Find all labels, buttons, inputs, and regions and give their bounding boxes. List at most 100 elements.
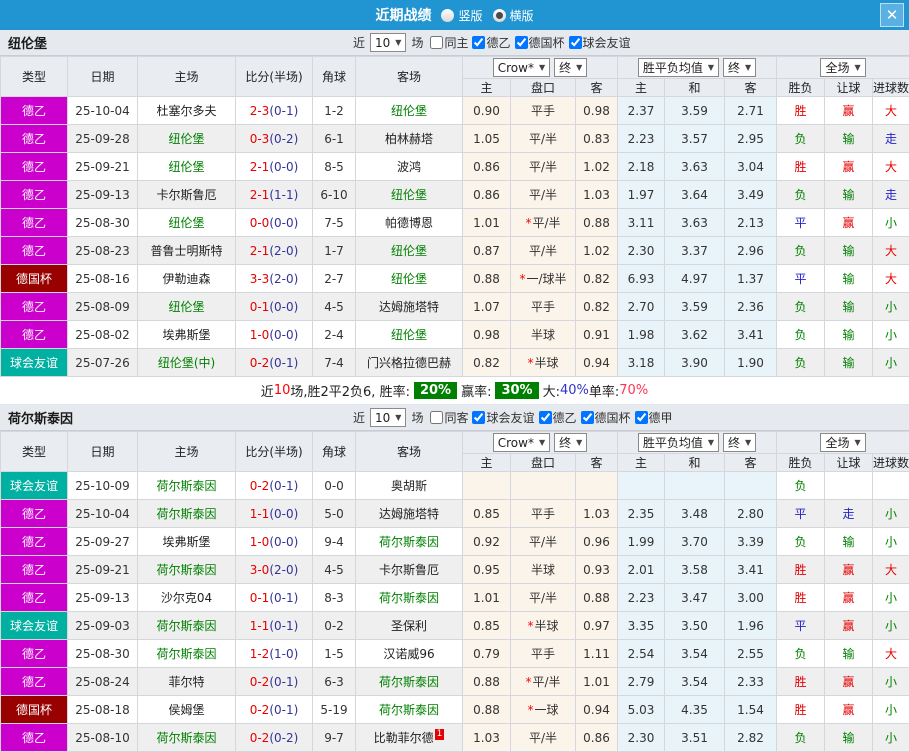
column-header-score: 比分(半场) — [236, 432, 313, 472]
match-row: 德乙25-09-13卡尔斯鲁厄2-1(1-1)6-10纽伦堡0.86平/半1.0… — [1, 181, 909, 209]
date-cell: 25-08-10 — [68, 724, 138, 752]
sub-column-header: 让球 — [825, 79, 873, 97]
mean-select[interactable]: 胜平负均值▼ — [638, 433, 719, 452]
odds-away-cell: 0.86 — [576, 724, 618, 752]
score-cell: 2-1(1-1) — [236, 181, 313, 209]
mean-home-cell: 1.97 — [618, 181, 665, 209]
odds-home-cell: 0.88 — [463, 696, 511, 724]
mean-draw-cell: 3.90 — [665, 349, 725, 377]
match-row: 德国杯25-08-18侯姆堡0-2(0-1)5-19荷尔斯泰因0.88*一球0.… — [1, 696, 909, 724]
horizontal-layout-radio[interactable]: 横版 — [493, 7, 534, 24]
column-header-home: 主场 — [138, 432, 236, 472]
league-checkbox[interactable] — [472, 36, 485, 49]
close-button[interactable]: ✕ — [880, 3, 904, 27]
halftime-score: (0-1) — [269, 479, 298, 493]
sub-column-header: 盘口 — [511, 454, 576, 472]
column-header-away: 客场 — [356, 57, 463, 97]
halftime-score: (0-1) — [269, 675, 298, 689]
page-title: 近期战绩 — [375, 5, 431, 25]
mean-draw-cell: 4.35 — [665, 696, 725, 724]
handicap-cell: 平/半 — [511, 724, 576, 752]
league-checkbox[interactable] — [472, 411, 485, 424]
odds-away-cell: 0.83 — [576, 125, 618, 153]
vertical-layout-radio[interactable]: 竖版 — [441, 7, 482, 24]
mean-home-cell: 1.99 — [618, 528, 665, 556]
away-team-cell: 纽伦堡 — [356, 181, 463, 209]
mean-final-select[interactable]: 终▼ — [723, 433, 756, 452]
odds-final-select-value: 终 — [559, 59, 571, 76]
mean-draw-cell: 3.37 — [665, 237, 725, 265]
mean-away-cell: 3.39 — [725, 528, 777, 556]
same-venue-checkbox[interactable] — [430, 411, 443, 424]
odds-final-select[interactable]: 终▼ — [554, 58, 587, 77]
away-team-cell: 波鸿 — [356, 153, 463, 181]
league-checkbox[interactable] — [569, 36, 582, 49]
odds-away-cell: 1.03 — [576, 181, 618, 209]
away-team-badge: 1 — [435, 729, 445, 740]
mean-home-cell: 5.03 — [618, 696, 665, 724]
odds-company-select[interactable]: Crow*▼ — [493, 58, 550, 77]
away-team-cell: 纽伦堡 — [356, 321, 463, 349]
corner-cell: 6-3 — [313, 668, 356, 696]
column-header-corner: 角球 — [313, 432, 356, 472]
same-venue-checkbox[interactable] — [430, 36, 443, 49]
match-type-cell: 德乙 — [1, 668, 68, 696]
away-team-cell: 柏林赫塔 — [356, 125, 463, 153]
league-checkbox[interactable] — [539, 411, 552, 424]
wdl-result-cell: 负 — [777, 181, 825, 209]
fullmatch-select[interactable]: 全场▼ — [820, 58, 865, 77]
wdl-result-cell: 胜 — [777, 556, 825, 584]
date-cell: 25-09-03 — [68, 612, 138, 640]
mean-away-cell: 3.49 — [725, 181, 777, 209]
odds-final-select[interactable]: 终▼ — [554, 433, 587, 452]
handicap-cell: *平/半 — [511, 209, 576, 237]
match-row: 德乙25-09-21纽伦堡2-1(0-0)8-5波鸿0.86平/半1.022.1… — [1, 153, 909, 181]
odds-away-cell: 1.03 — [576, 500, 618, 528]
handicap-result-cell: 输 — [825, 181, 873, 209]
goals-result-cell: 小 — [873, 724, 909, 752]
date-cell: 25-10-04 — [68, 97, 138, 125]
mean-select[interactable]: 胜平负均值▼ — [638, 58, 719, 77]
league-checkbox[interactable] — [635, 411, 648, 424]
mean-home-cell: 2.35 — [618, 500, 665, 528]
fullmatch-select-value: 全场 — [825, 59, 849, 76]
league-checkbox-item: 德国杯 — [581, 409, 631, 426]
away-team-cell: 达姆施塔特 — [356, 500, 463, 528]
home-team-cell: 纽伦堡 — [138, 125, 236, 153]
goals-result-cell: 大 — [873, 153, 909, 181]
date-cell: 25-09-27 — [68, 528, 138, 556]
league-checkbox[interactable] — [515, 36, 528, 49]
mean-away-cell: 1.90 — [725, 349, 777, 377]
sub-column-header: 客 — [725, 79, 777, 97]
league-checkbox-item: 德乙 — [472, 34, 510, 51]
score-cell: 0-2(0-1) — [236, 349, 313, 377]
date-cell: 25-10-09 — [68, 472, 138, 500]
handicap-result-cell: 赢 — [825, 556, 873, 584]
home-team-cell: 荷尔斯泰因 — [138, 612, 236, 640]
vertical-layout-label: 竖版 — [458, 7, 482, 24]
fulltime-score: 0-2 — [250, 675, 270, 689]
mean-final-select[interactable]: 终▼ — [723, 58, 756, 77]
recent-count-select[interactable]: 10▼ — [370, 33, 406, 52]
recent-count-select[interactable]: 10▼ — [370, 408, 406, 427]
summary-text: 10 — [274, 383, 291, 398]
sub-column-header: 客 — [576, 454, 618, 472]
mean-away-cell: 2.55 — [725, 640, 777, 668]
fullmatch-select[interactable]: 全场▼ — [820, 433, 865, 452]
sub-column-header: 主 — [463, 454, 511, 472]
corner-cell: 2-7 — [313, 265, 356, 293]
match-row: 德乙25-09-28纽伦堡0-3(0-2)6-1柏林赫塔1.05平/半0.832… — [1, 125, 909, 153]
odds-company-select[interactable]: Crow*▼ — [493, 433, 550, 452]
fullmatch-select-value: 全场 — [825, 434, 849, 451]
goals-result-cell: 大 — [873, 265, 909, 293]
away-team-cell: 荷尔斯泰因 — [356, 584, 463, 612]
away-team-cell: 门兴格拉德巴赫 — [356, 349, 463, 377]
match-type-cell: 德乙 — [1, 293, 68, 321]
league-checkbox[interactable] — [581, 411, 594, 424]
wdl-result-cell: 胜 — [777, 97, 825, 125]
mean-home-cell: 2.79 — [618, 668, 665, 696]
match-type-cell: 德乙 — [1, 181, 68, 209]
league-checkbox-item: 德甲 — [635, 409, 673, 426]
mean-group-header: 胜平负均值▼终▼ — [618, 432, 777, 454]
odds-home-cell: 1.01 — [463, 584, 511, 612]
